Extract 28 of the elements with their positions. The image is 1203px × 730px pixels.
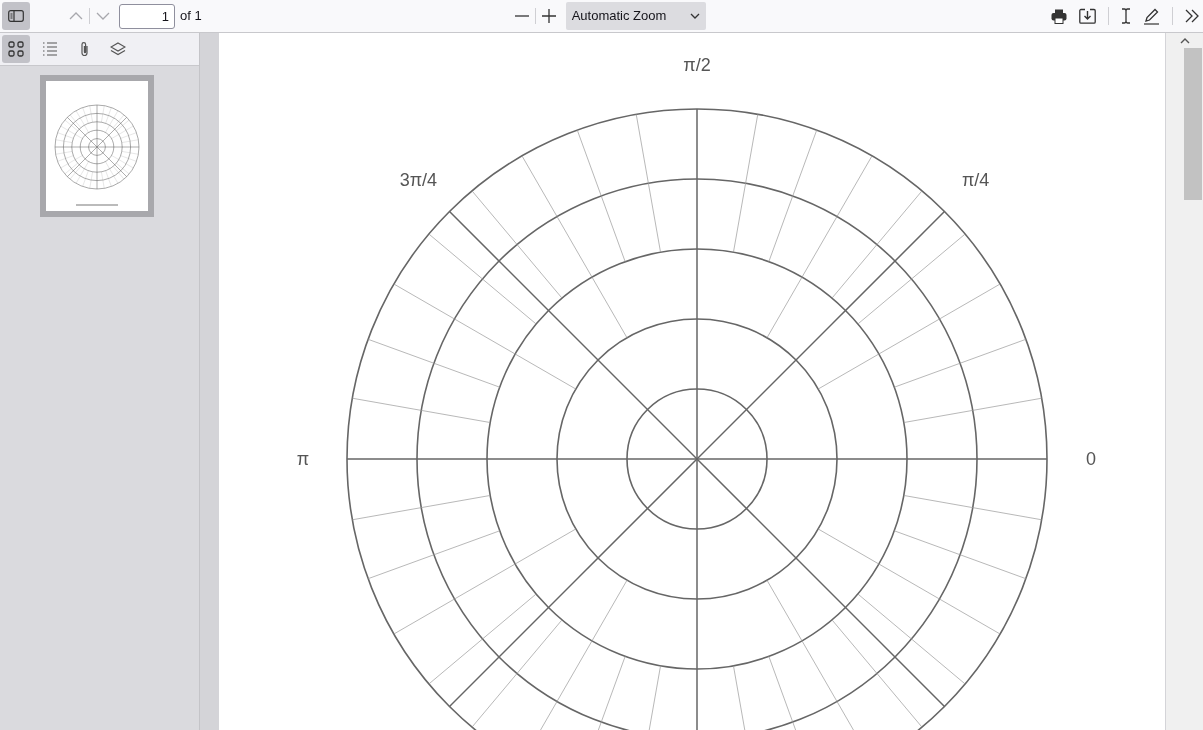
- plus-icon: [541, 9, 556, 23]
- text-cursor-icon[interactable]: [1121, 8, 1131, 24]
- chevron-up-icon: [69, 12, 83, 20]
- page-number-field[interactable]: 1: [119, 3, 175, 29]
- list-icon: [42, 41, 58, 57]
- angle-label: π: [296, 449, 310, 469]
- pen-icon[interactable]: [1143, 7, 1160, 25]
- page-thumbnail[interactable]: [39, 75, 154, 217]
- angle-label: 0: [1086, 449, 1096, 469]
- chevron-down-icon: [96, 12, 110, 20]
- layers-icon: [110, 41, 126, 57]
- sidebar-icon: [8, 10, 24, 22]
- sidebar-toggle-button[interactable]: [2, 2, 30, 30]
- save-icon[interactable]: [1079, 8, 1096, 24]
- thumbnail-grid-icon: [8, 41, 24, 57]
- page-count: of 1: [180, 7, 202, 26]
- scrollbar[interactable]: [1166, 33, 1203, 730]
- double-chevron-icon[interactable]: [1185, 9, 1199, 23]
- zoom-select[interactable]: Automatic Zoom: [565, 2, 706, 30]
- scroll-up-icon[interactable]: [1179, 37, 1190, 44]
- scrollbar-thumb[interactable]: [1183, 48, 1202, 200]
- print-icon[interactable]: [1051, 8, 1067, 24]
- minus-icon: [514, 15, 529, 17]
- caret-icon: [689, 13, 700, 19]
- angle-label: π/4: [961, 170, 990, 191]
- thumbnails-tab[interactable]: [2, 35, 30, 63]
- angle-label: π/2: [683, 55, 711, 75]
- angle-label: 3π/4: [399, 170, 438, 191]
